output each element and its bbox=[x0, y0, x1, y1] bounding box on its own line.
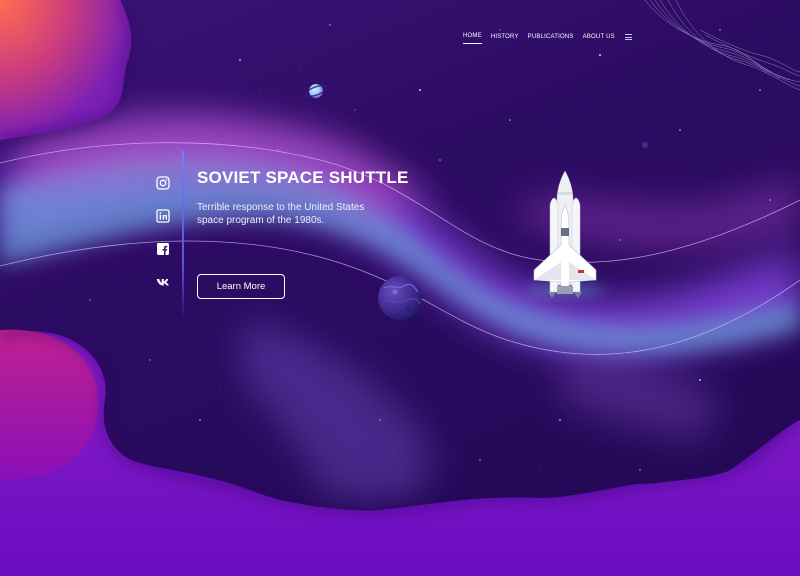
hero-description: Terrible response to the United States s… bbox=[197, 202, 365, 226]
instagram-icon[interactable] bbox=[156, 176, 170, 190]
facebook-icon[interactable] bbox=[156, 242, 170, 256]
hero-title: SOVIET SPACE SHUTTLE bbox=[197, 168, 409, 187]
space-background bbox=[0, 0, 800, 576]
hamburger-menu-icon[interactable] bbox=[624, 34, 632, 40]
vk-icon[interactable] bbox=[156, 275, 170, 289]
linkedin-icon[interactable] bbox=[156, 209, 170, 223]
accent-divider-line bbox=[182, 151, 184, 319]
nav-item-history[interactable]: HISTORY bbox=[491, 34, 519, 44]
planet-icon bbox=[378, 276, 422, 320]
nav-item-home[interactable]: HOME bbox=[463, 33, 482, 44]
nav-item-about-us[interactable]: ABOUT US bbox=[583, 34, 615, 44]
nav-item-publications[interactable]: PUBLICATIONS bbox=[528, 34, 574, 44]
learn-more-button[interactable]: Learn More bbox=[197, 274, 285, 299]
social-links bbox=[156, 176, 170, 308]
main-nav: HOME HISTORY PUBLICATIONS ABOUT US bbox=[463, 33, 632, 44]
